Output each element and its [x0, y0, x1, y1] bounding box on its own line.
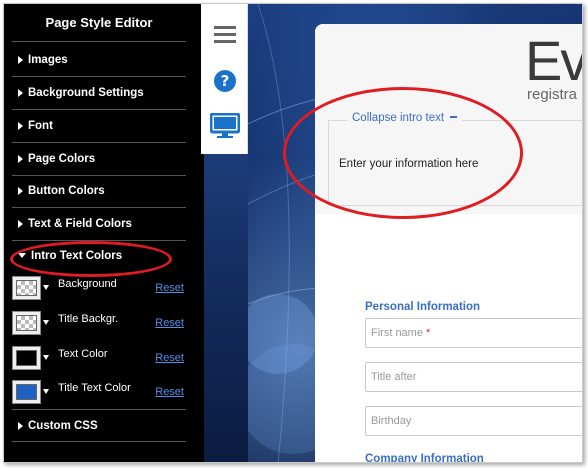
sidebar-item-page-colors[interactable]: Page Colors — [12, 143, 186, 176]
sidebar-item-label: Images — [28, 54, 68, 66]
color-label: Title Backgr. — [58, 313, 119, 325]
help-icon: ? — [213, 70, 236, 92]
sidebar-item-label: Font — [28, 120, 53, 132]
expand-arrow-icon — [18, 220, 23, 228]
desktop-view-button[interactable] — [201, 104, 248, 148]
page-style-editor-panel: Page Style Editor Images Background Sett… — [4, 4, 201, 462]
menu-button[interactable] — [201, 12, 248, 56]
text-color-row: Text Color Reset — [12, 342, 186, 376]
collapse-intro-label: Collapse intro text — [352, 112, 445, 124]
sidebar-item-label: Text & Field Colors — [28, 218, 132, 230]
text-color-picker[interactable] — [12, 346, 41, 370]
first-name-field[interactable]: First name * — [365, 318, 582, 348]
intro-text: Enter your information here — [339, 158, 479, 170]
expand-arrow-icon — [18, 122, 23, 130]
dropdown-arrow-icon[interactable] — [43, 355, 49, 360]
dropdown-arrow-icon[interactable] — [43, 320, 49, 325]
sidebar-item-custom-css[interactable]: Custom CSS — [12, 409, 186, 442]
expand-arrow-icon — [18, 422, 23, 430]
panel-title: Page Style Editor — [12, 4, 186, 42]
first-name-placeholder: First name — [371, 327, 423, 339]
title-background-color-row: Title Backgr. Reset — [12, 307, 186, 341]
sidebar-item-intro-text-colors[interactable]: Intro Text Colors — [12, 240, 186, 273]
reset-link[interactable]: Reset — [155, 317, 184, 329]
reset-link[interactable]: Reset — [155, 282, 184, 294]
dropdown-arrow-icon[interactable] — [43, 389, 49, 394]
editor-toolbar: ? — [201, 4, 248, 154]
title-background-color-picker[interactable] — [12, 311, 41, 335]
sidebar-item-text-field-colors[interactable]: Text & Field Colors — [12, 208, 186, 241]
sidebar-item-label: Background Settings — [28, 87, 144, 99]
sidebar-item-font[interactable]: Font — [12, 110, 186, 143]
birthday-placeholder: Birthday — [371, 415, 412, 427]
event-logo: Ev — [525, 29, 583, 92]
required-marker: * — [425, 327, 431, 339]
reset-link[interactable]: Reset — [155, 352, 184, 364]
title-text-color-picker[interactable] — [12, 380, 41, 404]
sidebar-item-background-settings[interactable]: Background Settings — [12, 77, 186, 110]
expand-arrow-icon — [18, 155, 23, 163]
sidebar-item-label: Intro Text Colors — [31, 250, 123, 262]
color-label: Title Text Color — [58, 382, 131, 394]
sidebar-item-label: Page Colors — [28, 153, 96, 165]
personal-information-title: Personal Information — [365, 301, 481, 313]
expand-arrow-icon — [18, 56, 23, 64]
event-logo-subtext: registra — [527, 86, 578, 103]
background-color-row: Background Reset — [12, 272, 186, 306]
color-label: Text Color — [58, 348, 108, 360]
app-window: Ev registra Collapse intro text Enter yo… — [3, 3, 583, 463]
reset-link[interactable]: Reset — [155, 386, 184, 398]
sidebar-item-label: Custom CSS — [28, 420, 98, 432]
svg-text:?: ? — [220, 72, 229, 90]
expand-arrow-icon — [18, 187, 23, 195]
minus-icon — [450, 116, 458, 118]
sidebar-item-label: Button Colors — [28, 185, 105, 197]
background-color-picker[interactable] — [12, 276, 41, 300]
expand-arrow-icon — [18, 89, 23, 97]
title-after-placeholder: Title after — [371, 371, 417, 383]
menu-icon — [213, 26, 236, 43]
background-strip — [204, 154, 248, 462]
birthday-field[interactable]: Birthday — [365, 406, 582, 436]
collapse-arrow-icon — [18, 253, 26, 258]
color-label: Background — [58, 278, 117, 290]
help-button[interactable]: ? — [201, 59, 248, 103]
title-after-field[interactable]: Title after — [365, 362, 582, 392]
sidebar-item-button-colors[interactable]: Button Colors — [12, 175, 186, 208]
desktop-icon — [209, 113, 240, 138]
collapse-intro-toggle[interactable]: Collapse intro text — [347, 112, 463, 124]
sidebar-item-images[interactable]: Images — [12, 44, 186, 77]
company-information-title: Company Information — [365, 453, 484, 463]
title-text-color-row: Title Text Color Reset — [12, 376, 186, 410]
dropdown-arrow-icon[interactable] — [43, 285, 49, 290]
